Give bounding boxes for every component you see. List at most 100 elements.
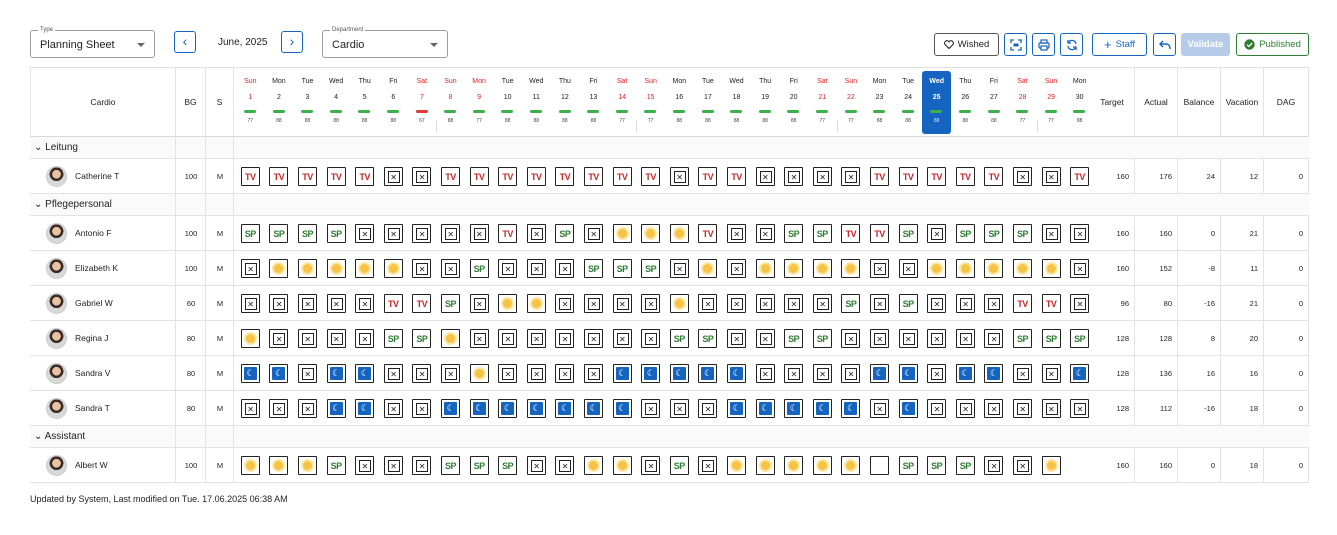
shift-tv-cell[interactable]: TV [870,167,889,186]
employee-name-cell[interactable]: Gabriel W [46,286,113,320]
validate-button[interactable]: Validate [1181,33,1230,56]
shift-tv-cell[interactable]: TV [955,167,975,186]
day-header-10[interactable]: Tue 10 88 [493,68,522,137]
day-off-icon[interactable] [441,259,460,278]
day-off-icon[interactable] [727,224,746,243]
sun-icon[interactable] [240,456,260,475]
day-off-icon[interactable] [355,294,375,313]
group-row-assistant[interactable]: ⌄ Assistant [30,426,1309,448]
day-off-icon[interactable] [870,329,889,348]
day-off-icon[interactable] [441,364,460,383]
day-off-icon[interactable] [584,294,603,313]
day-off-icon[interactable] [298,364,317,383]
moon-icon[interactable] [812,399,832,418]
day-off-icon[interactable] [669,167,689,186]
day-off-icon[interactable] [727,329,746,348]
day-off-icon[interactable] [240,399,260,418]
day-off-icon[interactable] [812,364,832,383]
group-row-leitung[interactable]: ⌄ Leitung [30,137,1309,159]
undo-button[interactable] [1153,33,1176,56]
day-off-icon[interactable] [870,294,889,313]
sun-icon[interactable] [1041,259,1061,278]
day-off-icon[interactable] [240,259,260,278]
sun-icon[interactable] [441,329,460,348]
shift-sp-cell[interactable]: SP [469,456,489,475]
moon-icon[interactable] [669,364,689,383]
shift-sp-cell[interactable]: SP [555,224,575,243]
moon-icon[interactable] [555,399,575,418]
day-header-19[interactable]: Thu 19 88 [751,68,780,137]
moon-icon[interactable] [898,399,918,418]
day-off-icon[interactable] [727,294,746,313]
sun-icon[interactable] [812,456,832,475]
day-off-icon[interactable] [355,329,375,348]
shift-sp-cell[interactable]: SP [812,329,832,348]
fullscreen-button[interactable] [1004,33,1027,56]
moon-icon[interactable] [841,399,861,418]
shift-sp-cell[interactable]: SP [269,224,289,243]
employee-name-cell[interactable]: Catherine T [46,159,119,193]
moon-icon[interactable] [240,364,260,383]
shift-tv-cell[interactable]: TV [412,294,432,313]
published-button[interactable]: Published [1236,33,1309,56]
sun-icon[interactable] [526,294,546,313]
shift-sp-cell[interactable]: SP [784,329,804,348]
day-off-icon[interactable] [612,329,632,348]
day-off-icon[interactable] [641,399,661,418]
day-header-26[interactable]: Thu 26 88 [951,68,980,137]
day-header-1[interactable]: Sun 1 77 [236,68,265,137]
shift-sp-cell[interactable]: SP [669,329,689,348]
shift-tv-cell[interactable]: TV [441,167,460,186]
day-off-icon[interactable] [927,364,947,383]
shift-sp-cell[interactable]: SP [1013,224,1032,243]
day-off-icon[interactable] [383,399,403,418]
shift-tv-cell[interactable]: TV [326,167,346,186]
day-off-icon[interactable] [526,456,546,475]
day-header-8[interactable]: Sun 8 88 [436,68,465,137]
sun-icon[interactable] [784,259,804,278]
day-header-7[interactable]: Sat 7 67 [408,68,437,137]
day-header-4[interactable]: Wed 4 88 [322,68,351,137]
sun-icon[interactable] [755,259,775,278]
sun-icon[interactable] [698,259,718,278]
sun-icon[interactable] [355,259,375,278]
print-button[interactable] [1032,33,1055,56]
shift-sp-cell[interactable]: SP [1070,329,1090,348]
shift-sp-cell[interactable]: SP [412,329,432,348]
sun-icon[interactable] [955,259,975,278]
shift-tv-cell[interactable]: TV [1013,294,1032,313]
sun-icon[interactable] [755,456,775,475]
shift-tv-cell[interactable]: TV [612,167,632,186]
day-header-25[interactable]: Wed 25 88 [922,71,951,134]
day-off-icon[interactable] [784,364,804,383]
employee-name-cell[interactable]: Elizabeth K [46,251,118,285]
moon-icon[interactable] [784,399,804,418]
day-off-icon[interactable] [326,294,346,313]
moon-icon[interactable] [612,399,632,418]
type-select[interactable]: Type Planning Sheet [30,26,155,58]
day-header-17[interactable]: Tue 17 88 [694,68,723,137]
moon-icon[interactable] [526,399,546,418]
day-header-15[interactable]: Sun 15 77 [636,68,665,137]
shift-tv-cell[interactable]: TV [698,224,718,243]
day-off-icon[interactable] [870,259,889,278]
day-off-icon[interactable] [383,224,403,243]
prev-month-button[interactable]: ‹ [174,31,196,53]
day-off-icon[interactable] [412,456,432,475]
day-off-icon[interactable] [555,456,575,475]
moon-icon[interactable] [984,364,1004,383]
day-header-11[interactable]: Wed 11 88 [522,68,551,137]
shift-sp-cell[interactable]: SP [841,294,861,313]
shift-sp-cell[interactable]: SP [898,294,918,313]
shift-sp-cell[interactable]: SP [669,456,689,475]
day-off-icon[interactable] [1041,167,1061,186]
day-off-icon[interactable] [898,329,918,348]
sun-icon[interactable] [498,294,518,313]
moon-icon[interactable] [727,399,746,418]
day-off-icon[interactable] [698,456,718,475]
sun-icon[interactable] [669,294,689,313]
day-off-icon[interactable] [870,399,889,418]
shift-sp-cell[interactable]: SP [698,329,718,348]
day-off-icon[interactable] [1013,399,1032,418]
moon-icon[interactable] [641,364,661,383]
